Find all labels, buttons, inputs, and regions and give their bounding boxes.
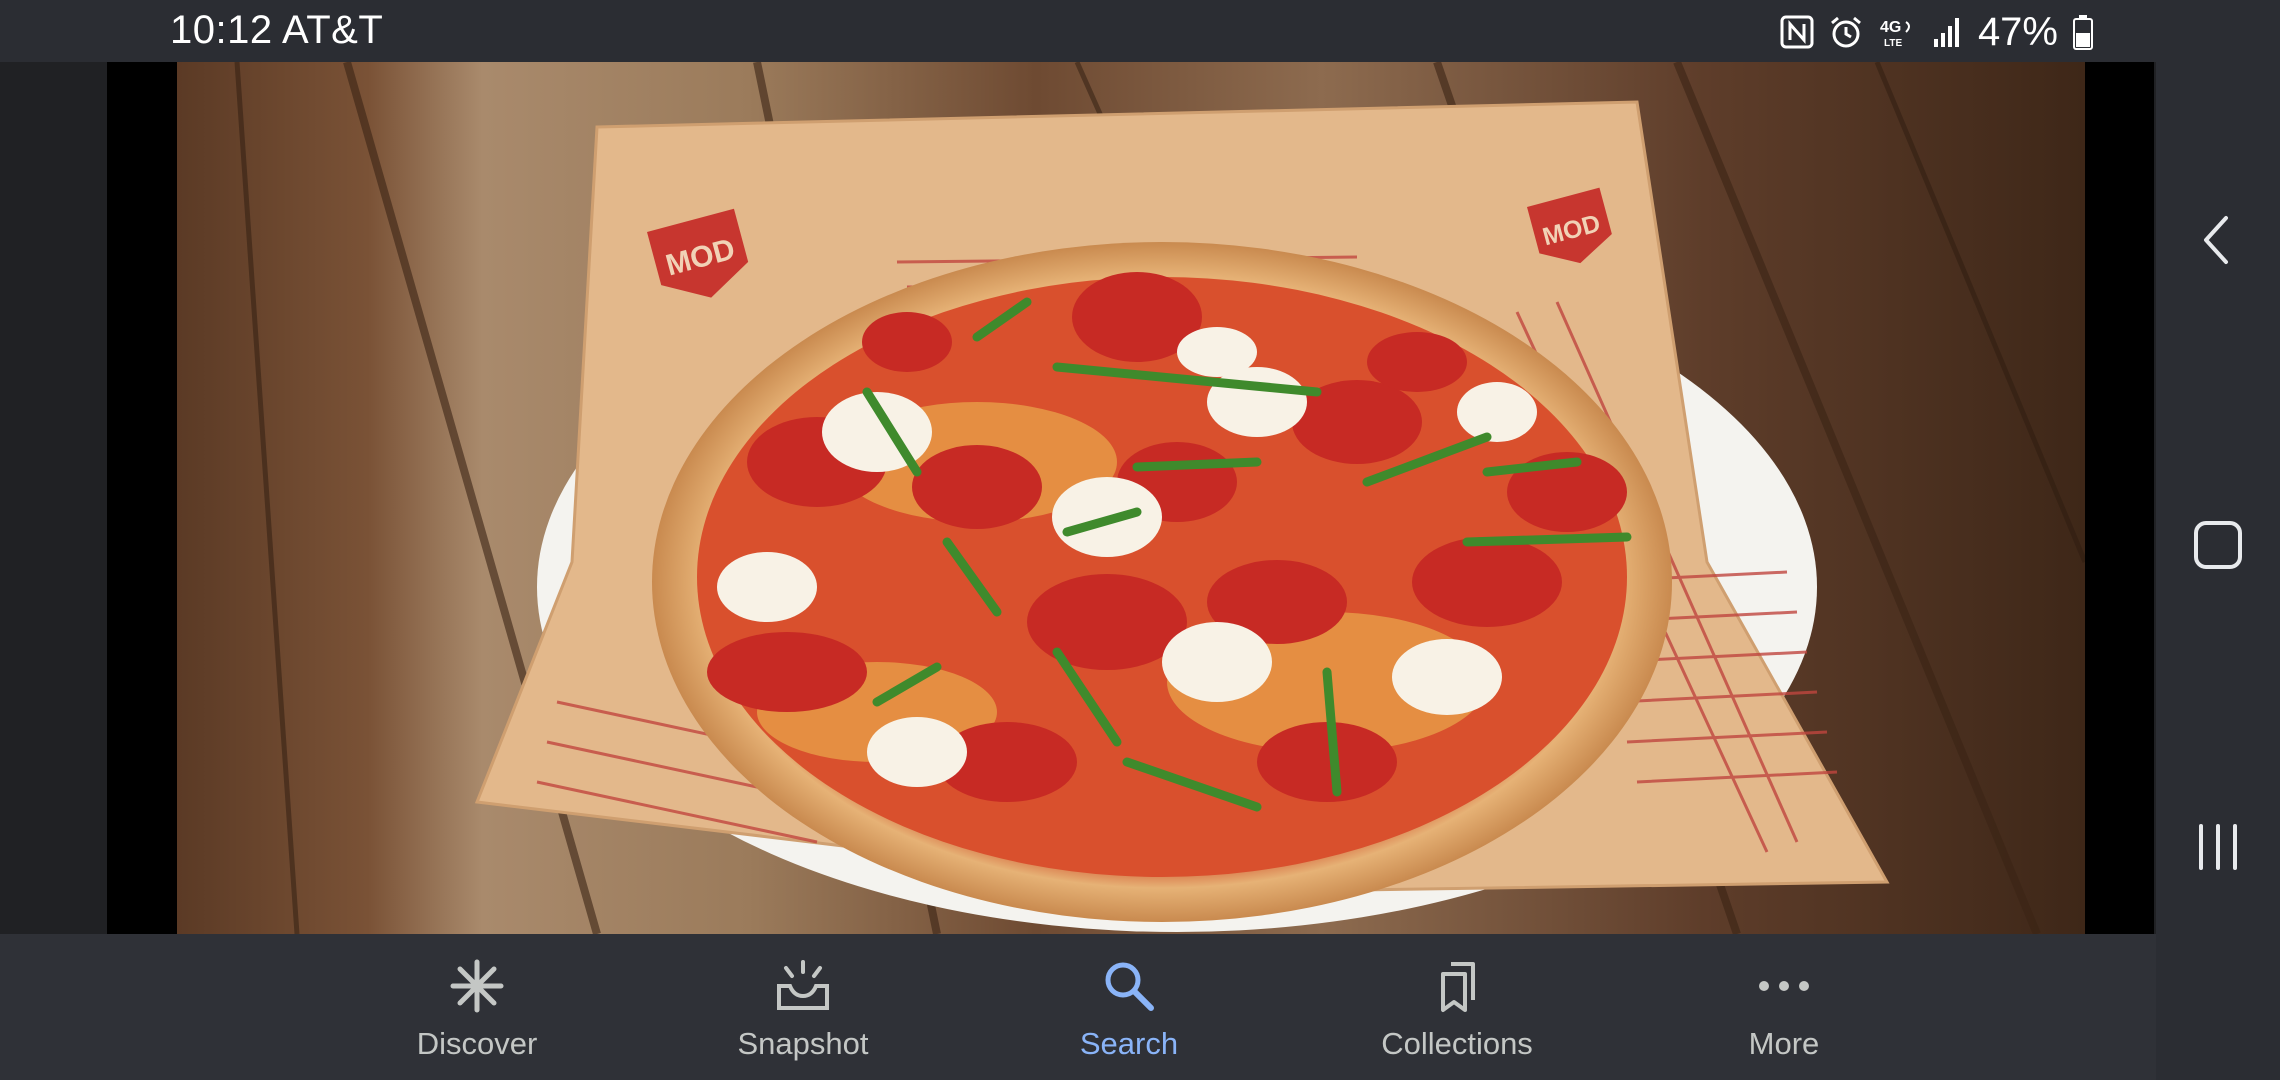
svg-text:4G: 4G (1880, 19, 1901, 36)
nav-discover[interactable]: Discover (357, 934, 597, 1080)
system-nav-bar (2156, 0, 2280, 1080)
recents-icon (2199, 824, 2237, 870)
battery-icon (2073, 15, 2093, 50)
nav-snapshot[interactable]: Snapshot (683, 934, 923, 1080)
battery-percent: 47% (1977, 9, 2058, 54)
nav-label-snapshot: Snapshot (737, 1026, 869, 1061)
snapshot-icon (777, 960, 829, 1010)
back-icon (2204, 216, 2228, 264)
nav-label-collections: Collections (1381, 1026, 1533, 1061)
more-icon (1759, 981, 1809, 991)
image-viewer: MOD MOD (0, 62, 2156, 934)
nav-more[interactable]: More (1664, 934, 1904, 1080)
status-bar: 10:12 AT&T 4G LTE 47% (0, 0, 2156, 62)
pizza-photo[interactable]: MOD MOD (177, 62, 2085, 934)
nav-search[interactable]: Search (1009, 934, 1249, 1080)
nfc-icon (1780, 15, 1814, 49)
recents-button[interactable] (2156, 802, 2280, 892)
asterisk-icon (450, 959, 504, 1013)
home-icon (2194, 521, 2242, 569)
search-icon (1105, 962, 1154, 1011)
4g-lte-icon: 4G LTE (1880, 19, 1910, 49)
nav-label-discover: Discover (416, 1026, 538, 1061)
svg-text:LTE: LTE (1884, 38, 1902, 49)
nav-collections[interactable]: Collections (1337, 934, 1577, 1080)
bottom-nav: Discover Snapshot Search Collections Mor… (0, 934, 2156, 1080)
alarm-icon (1830, 16, 1861, 48)
status-icons: 4G LTE 47% (1780, 10, 2094, 54)
signal-icon (1933, 18, 1959, 47)
nav-label-search: Search (1079, 1026, 1179, 1061)
nav-label-more: More (1748, 1026, 1820, 1061)
back-button[interactable] (2156, 195, 2280, 285)
home-button[interactable] (2156, 500, 2280, 590)
status-time: 10:12 AT&T (170, 8, 384, 52)
collections-icon (1441, 962, 1475, 1012)
image-frame[interactable]: MOD MOD (107, 62, 2154, 934)
